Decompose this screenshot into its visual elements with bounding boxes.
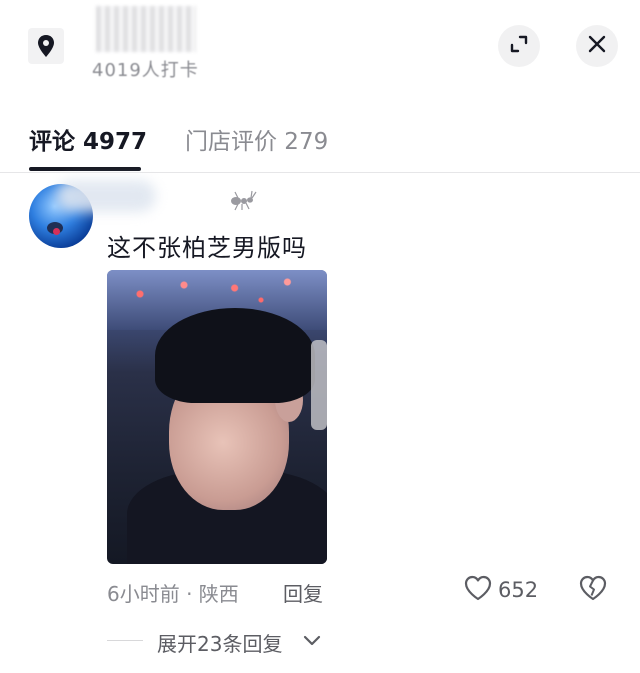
active-tab-indicator — [29, 167, 141, 171]
replies-divider-line — [107, 640, 143, 641]
tab-store-reviews[interactable]: 门店评价 279 — [185, 122, 328, 156]
store-name-blurred — [96, 6, 196, 52]
reply-button[interactable]: 回复 — [283, 578, 323, 607]
username-blurred — [56, 180, 156, 212]
comment-text: 这不张柏芝男版吗 — [107, 234, 307, 262]
tab-comments[interactable]: 评论 4977 — [29, 122, 147, 156]
location-pin-icon[interactable] — [28, 28, 64, 64]
broken-heart-icon[interactable] — [578, 574, 608, 606]
close-button[interactable] — [576, 25, 618, 67]
comment-photo[interactable] — [107, 270, 327, 564]
checkin-count: 4019人打卡 — [92, 60, 199, 81]
expand-replies-button[interactable]: 展开23条回复 — [157, 628, 282, 657]
heart-icon[interactable] — [463, 574, 493, 606]
comment-time-location: 6小时前 · 陕西 — [107, 582, 239, 606]
expand-icon — [509, 34, 529, 58]
ant-icon — [228, 190, 258, 216]
like-count: 652 — [498, 578, 539, 602]
chevron-down-icon[interactable] — [303, 633, 321, 652]
expand-button[interactable] — [498, 25, 540, 67]
tabs-divider — [0, 172, 640, 173]
close-icon — [588, 35, 606, 57]
